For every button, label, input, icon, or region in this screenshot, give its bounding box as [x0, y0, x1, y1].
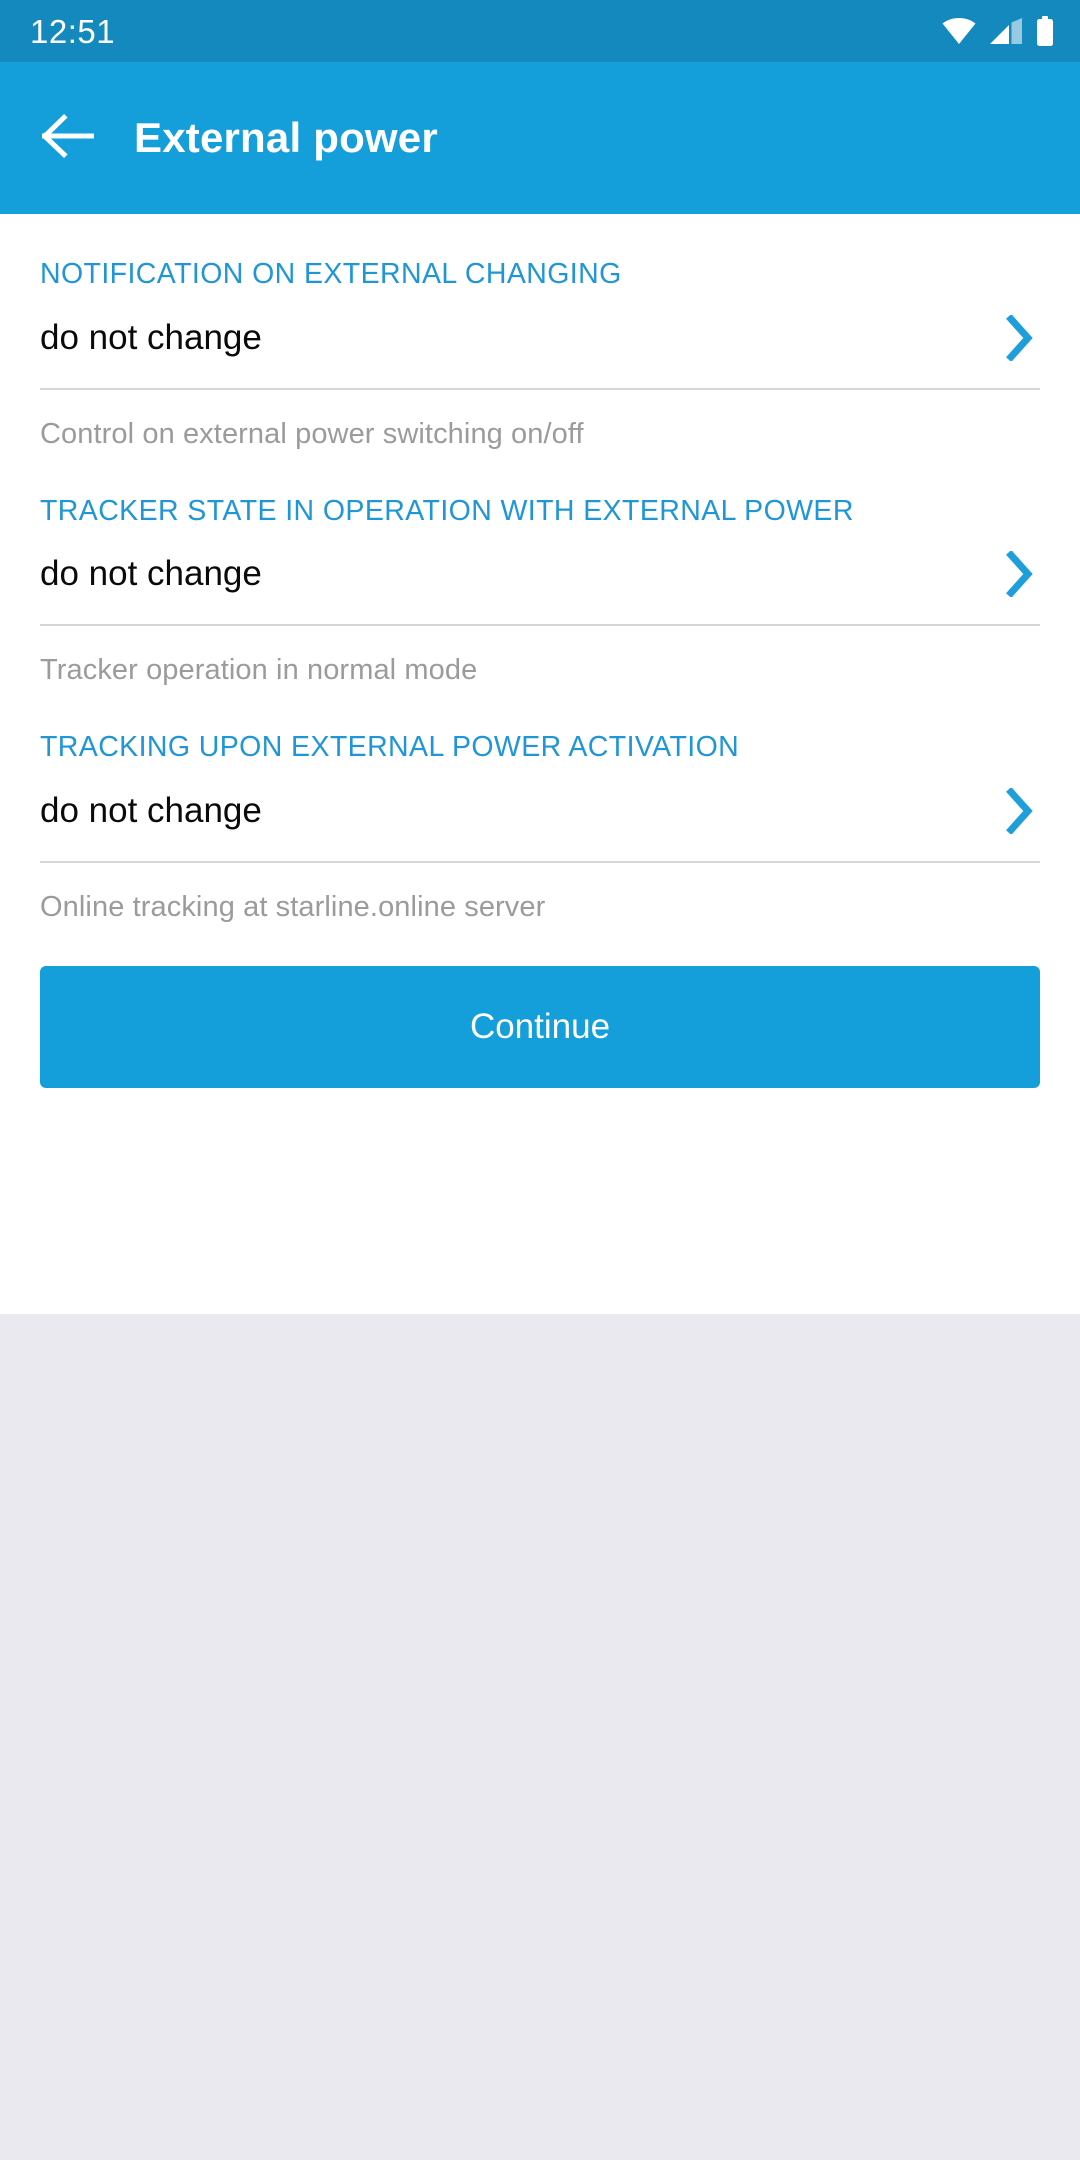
continue-button-wrapper: Continue: [40, 924, 1040, 1088]
back-button[interactable]: [40, 110, 96, 166]
arrow-left-icon: [40, 113, 95, 163]
setting-helper-text: Control on external power switching on/o…: [40, 417, 584, 450]
wifi-icon: [942, 18, 976, 44]
page-title: External power: [134, 114, 438, 161]
status-bar-icons: [942, 16, 1054, 46]
setting-group-tracking-upon-external-power-activation: TRACKING UPON EXTERNAL POWER ACTIVATION …: [40, 687, 1040, 924]
battery-icon: [1036, 16, 1054, 46]
setting-helper-text: Tracker operation in normal mode: [40, 654, 478, 687]
empty-area: [0, 1314, 1080, 2160]
chevron-right-icon: [1000, 787, 1040, 835]
setting-value-row[interactable]: do not change: [40, 292, 1040, 388]
setting-value: do not change: [40, 554, 262, 594]
setting-group-label: NOTIFICATION ON EXTERNAL CHANGING: [40, 258, 622, 290]
chevron-right-icon: [1000, 550, 1040, 598]
chevron-right-icon: [1000, 314, 1040, 362]
setting-group-label: TRACKER STATE IN OPERATION WITH EXTERNAL…: [40, 494, 854, 527]
setting-group-tracker-state-in-operation-with-external-power: TRACKER STATE IN OPERATION WITH EXTERNAL…: [40, 451, 1040, 688]
setting-helper-text: Online tracking at starline.online serve…: [40, 890, 546, 923]
app-bar: External power: [0, 62, 1080, 214]
setting-value: do not change: [40, 317, 262, 357]
phone-screen: 12:51 External power NOTIFICATION ON EXT…: [0, 0, 1080, 2160]
settings-list: NOTIFICATION ON EXTERNAL CHANGING do not…: [0, 214, 1080, 1314]
setting-value-row[interactable]: do not change: [40, 528, 1040, 624]
setting-group-label: TRACKING UPON EXTERNAL POWER ACTIVATION: [40, 731, 740, 764]
setting-group-notification-on-external-changing: NOTIFICATION ON EXTERNAL CHANGING do not…: [40, 214, 1040, 451]
continue-button[interactable]: Continue: [40, 965, 1040, 1088]
setting-value: do not change: [40, 790, 262, 830]
cellular-signal-icon: [990, 18, 1022, 44]
setting-value-row[interactable]: do not change: [40, 765, 1040, 861]
status-bar: 12:51: [0, 0, 1080, 62]
status-bar-clock: 12:51: [30, 12, 116, 50]
